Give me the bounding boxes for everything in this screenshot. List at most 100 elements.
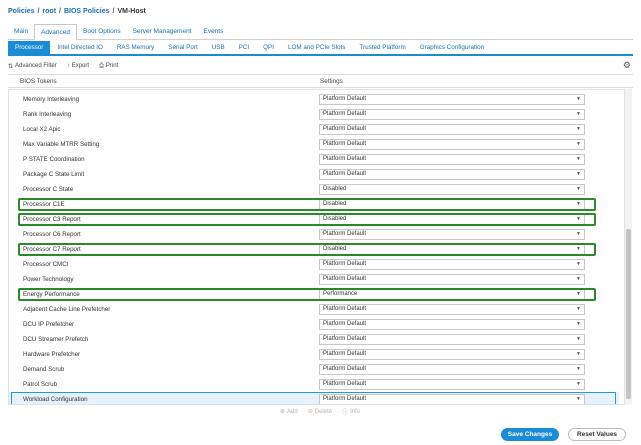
advanced-filter-button[interactable]: ⇅ Advanced Filter: [8, 63, 57, 70]
table-row[interactable]: Processor C State Disabled ▼: [9, 182, 619, 197]
breadcrumb-policies[interactable]: Policies: [8, 8, 34, 15]
table-row[interactable]: Max Variable MTRR Setting Platform Defaul…: [9, 137, 619, 152]
bios-token-label: Processor CMCI: [23, 261, 69, 268]
print-label: Print: [105, 63, 119, 69]
table-row[interactable]: Memory Interleaving Platform Default ▼: [9, 92, 619, 107]
setting-dropdown[interactable]: Disabled ▼: [319, 214, 585, 225]
table-row[interactable]: Demand Scrub Platform Default ▼: [9, 362, 619, 377]
save-changes-button[interactable]: Save Changes: [501, 428, 559, 441]
subtab-usb[interactable]: USB: [205, 41, 232, 54]
print-icon: ⎙: [99, 62, 104, 69]
table-row[interactable]: Processor C6 Report Platform Default ▼: [9, 227, 619, 242]
add-button[interactable]: ⊕ Add: [280, 407, 298, 416]
setting-dropdown[interactable]: Platform Default ▼: [319, 169, 585, 180]
table-row[interactable]: Processor CMCI Platform Default ▼: [9, 257, 619, 272]
subtab-processor[interactable]: Processor: [8, 41, 51, 54]
setting-dropdown[interactable]: Platform Default ▼: [319, 379, 585, 390]
setting-value: Disabled: [323, 186, 347, 192]
setting-dropdown[interactable]: Platform Default ▼: [319, 349, 585, 360]
subtab-pci[interactable]: PCI: [232, 41, 257, 54]
table-row[interactable]: Processor C7 Report Disabled ▼: [9, 242, 619, 257]
setting-value: Platform Default: [323, 321, 367, 327]
chevron-down-icon: ▼: [576, 231, 581, 237]
tab-events[interactable]: Events: [197, 24, 229, 40]
setting-dropdown[interactable]: Platform Default ▼: [319, 154, 585, 165]
chevron-down-icon: ▼: [576, 366, 581, 372]
info-button[interactable]: ⓘ Info: [342, 407, 360, 417]
subtab-ras-memory[interactable]: RAS Memory: [110, 41, 161, 54]
setting-dropdown[interactable]: Disabled ▼: [319, 244, 585, 255]
bios-token-label: Package C State Limit: [23, 171, 85, 178]
table-row[interactable]: Rank Interleaving Platform Default ▼: [9, 107, 619, 122]
setting-value: Platform Default: [323, 336, 367, 342]
print-button[interactable]: ⎙ Print: [99, 63, 118, 70]
table-row[interactable]: Patrol Scrub Platform Default ▼: [9, 377, 619, 392]
setting-dropdown[interactable]: Platform Default ▼: [319, 109, 585, 120]
subtab-trusted-platform[interactable]: Trusted Platform: [352, 41, 412, 54]
setting-dropdown[interactable]: Platform Default ▼: [319, 139, 585, 150]
chevron-down-icon: ▼: [576, 396, 581, 402]
table-row[interactable]: Energy Performance Performance ▼: [9, 287, 619, 302]
setting-dropdown[interactable]: Platform Default ▼: [319, 304, 585, 315]
table-row[interactable]: Processor C3 Report Disabled ▼: [9, 212, 619, 227]
setting-value: Platform Default: [323, 261, 367, 267]
subtab-intel-directed-io[interactable]: Intel Directed IO: [50, 41, 110, 54]
table-row[interactable]: P STATE Coordination Platform Default ▼: [9, 152, 619, 167]
setting-dropdown[interactable]: Platform Default ▼: [319, 274, 585, 285]
setting-dropdown[interactable]: Disabled ▼: [319, 199, 585, 210]
table-row[interactable]: Processor C1E Disabled ▼: [9, 197, 619, 212]
table-row[interactable]: Workload Configuration Platform Default ▼: [9, 392, 619, 404]
table-row[interactable]: Adjacent Cache Line Prefetcher Platform D…: [9, 302, 619, 317]
subtab-qpi[interactable]: QPI: [256, 41, 281, 54]
setting-dropdown[interactable]: Platform Default ▼: [319, 319, 585, 330]
chevron-down-icon: ▼: [576, 141, 581, 147]
chevron-down-icon: ▼: [576, 321, 581, 327]
setting-dropdown[interactable]: Performance ▼: [319, 289, 585, 300]
setting-dropdown[interactable]: Platform Default ▼: [319, 334, 585, 345]
bios-token-label: Processor C7 Report: [23, 246, 81, 253]
table-row[interactable]: DCU Streamer Prefetch Platform Default ▼: [9, 332, 619, 347]
subtab-lom-pcie-slots[interactable]: LOM and PCIe Slots: [281, 41, 352, 54]
setting-dropdown[interactable]: Platform Default ▼: [319, 229, 585, 240]
column-header-bios-tokens[interactable]: BIOS Tokens: [20, 78, 57, 85]
table-scrollbar[interactable]: [625, 89, 632, 405]
add-label: Add: [287, 408, 298, 415]
bios-token-label: Rank Interleaving: [23, 111, 72, 118]
setting-value: Platform Default: [323, 276, 367, 282]
table-footer-actions: ⊕ Add ⊖ Delete ⓘ Info: [280, 407, 360, 417]
setting-value: Disabled: [323, 201, 347, 207]
gear-icon[interactable]: ⚙: [623, 60, 631, 71]
subtab-graphics-configuration[interactable]: Graphics Configuration: [413, 41, 491, 54]
setting-value: Platform Default: [323, 141, 367, 147]
bios-token-label: Local X2 Apic: [23, 126, 61, 133]
column-header-settings[interactable]: Settings: [320, 78, 343, 85]
table-row[interactable]: Package C State Limit Platform Default ▼: [9, 167, 619, 182]
bios-token-table: Memory Interleaving Platform Default ▼ Rank…: [8, 89, 625, 405]
export-button[interactable]: ↑ Export: [67, 63, 89, 69]
breadcrumb-bios-policies[interactable]: BIOS Policies: [64, 8, 110, 15]
delete-icon: ⊖: [307, 409, 313, 415]
breadcrumb-root[interactable]: root: [42, 8, 56, 15]
tab-boot-options[interactable]: Boot Options: [77, 24, 127, 40]
setting-dropdown[interactable]: Platform Default ▼: [319, 259, 585, 270]
table-row[interactable]: Power Technology Platform Default ▼: [9, 272, 619, 287]
setting-dropdown[interactable]: Platform Default ▼: [319, 394, 585, 404]
chevron-down-icon: ▼: [576, 171, 581, 177]
table-row[interactable]: DCU IP Prefetcher Platform Default ▼: [9, 317, 619, 332]
chevron-down-icon: ▼: [576, 336, 581, 342]
reset-values-button[interactable]: Reset Values: [568, 428, 626, 441]
setting-dropdown[interactable]: Platform Default ▼: [319, 364, 585, 375]
setting-dropdown[interactable]: Platform Default ▼: [319, 124, 585, 135]
table-row[interactable]: Hardware Prefetcher Platform Default ▼: [9, 347, 619, 362]
delete-button[interactable]: ⊖ Delete: [308, 407, 332, 416]
table-row[interactable]: Local X2 Apic Platform Default ▼: [9, 122, 619, 137]
setting-dropdown[interactable]: Platform Default ▼: [319, 94, 585, 105]
tab-advanced[interactable]: Advanced: [34, 24, 78, 40]
bios-token-label: Processor C3 Report: [23, 216, 81, 223]
tab-main[interactable]: Main: [8, 24, 34, 40]
tab-server-management[interactable]: Server Management: [127, 24, 198, 40]
subtab-serial-port[interactable]: Serial Port: [161, 41, 204, 54]
setting-dropdown[interactable]: Disabled ▼: [319, 184, 585, 195]
setting-value: Platform Default: [323, 381, 367, 387]
scrollbar-thumb[interactable]: [626, 229, 631, 399]
